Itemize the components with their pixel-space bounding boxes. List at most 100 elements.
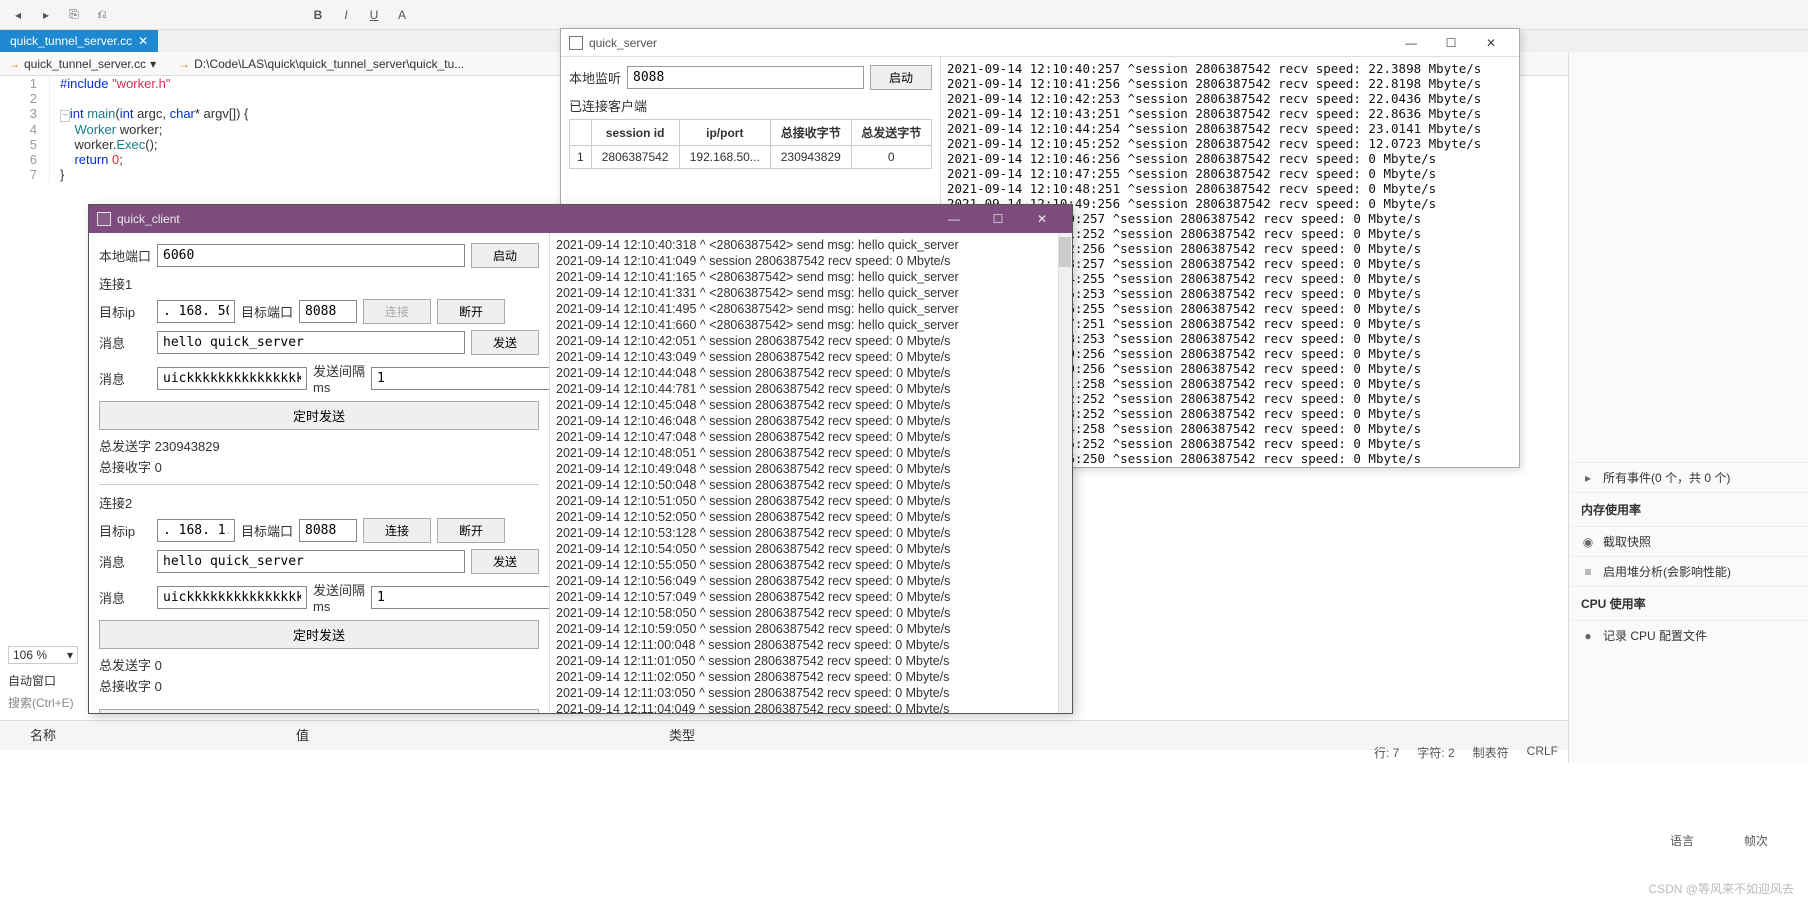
- status-tab: 制表符: [1473, 744, 1509, 761]
- client-left-panel: 本地端口 启动 连接1 目标ip 目标端口 连接 断开 消息 发送 消息: [89, 233, 549, 713]
- right-panel: ▸所有事件(0 个，共 0 个) 内存使用率 ◉截取快照 ≡启用堆分析(会影响性…: [1568, 52, 1808, 763]
- status-crlf: CRLF: [1527, 744, 1558, 761]
- minimize-icon[interactable]: —: [932, 205, 976, 233]
- col-value: 值: [266, 721, 339, 750]
- target-port-input-2[interactable]: [299, 519, 357, 542]
- col-type: 类型: [639, 721, 725, 750]
- interval-input[interactable]: [371, 367, 549, 390]
- code-text[interactable]: [50, 91, 60, 106]
- timed-send-button[interactable]: 定时发送: [99, 401, 539, 430]
- connect-button-2[interactable]: 连接: [363, 518, 431, 543]
- toolbar-icon[interactable]: ⎘: [64, 5, 84, 25]
- table-row[interactable]: 1 2806387542 192.168.50... 230943829 0: [570, 146, 932, 169]
- quick-client-window: quick_client — ☐ ✕ 本地端口 启动 连接1 目标ip 目标端口…: [88, 204, 1073, 714]
- cpu-header: CPU 使用率: [1569, 586, 1808, 620]
- search-input[interactable]: 搜索(Ctrl+E): [0, 692, 82, 713]
- code-text[interactable]: −int main(int argc, char* argv[]) {: [50, 106, 248, 122]
- minimize-icon[interactable]: —: [1391, 36, 1431, 50]
- zoom-select[interactable]: 106 %▾: [8, 646, 78, 664]
- line-number: 2: [0, 91, 50, 106]
- msg-input-3[interactable]: [157, 550, 465, 573]
- snapshot-row[interactable]: ◉截取快照: [1569, 526, 1808, 556]
- target-ip-label: 目标ip: [99, 521, 151, 540]
- toolbar-icon[interactable]: ◂: [8, 5, 28, 25]
- chevron-right-icon: ▸: [1581, 471, 1595, 485]
- line-number: 1: [0, 76, 50, 91]
- line-number: 5: [0, 137, 50, 152]
- code-text[interactable]: Worker worker;: [50, 122, 162, 137]
- cpu-record-row[interactable]: ●记录 CPU 配置文件: [1569, 620, 1808, 650]
- send-button[interactable]: 发送: [471, 330, 539, 355]
- scrollbar-thumb[interactable]: [1059, 237, 1071, 267]
- heap-row[interactable]: ≡启用堆分析(会影响性能): [1569, 556, 1808, 586]
- arrow-icon: →: [8, 57, 20, 71]
- toolbar-icon[interactable]: ▸: [36, 5, 56, 25]
- listen-port-input[interactable]: [627, 66, 864, 89]
- target-ip-input[interactable]: [157, 300, 235, 323]
- file-dropdown[interactable]: quick_tunnel_server.cc: [24, 57, 146, 71]
- msg-label: 消息: [99, 588, 151, 607]
- close-icon[interactable]: ✕: [138, 34, 148, 48]
- msg-label: 消息: [99, 369, 151, 388]
- code-text[interactable]: worker.Exec();: [50, 137, 158, 152]
- close-icon[interactable]: ✕: [1020, 205, 1064, 233]
- msg-input[interactable]: [157, 331, 465, 354]
- app-icon: [97, 212, 111, 226]
- code-text[interactable]: }: [50, 167, 64, 182]
- col-name: 名称: [0, 721, 86, 750]
- line-number: 6: [0, 152, 50, 167]
- col-send: 总发送字节: [851, 120, 931, 146]
- disconnect-button[interactable]: 断开: [437, 299, 505, 324]
- maximize-icon[interactable]: ☐: [976, 205, 1020, 233]
- connect-button[interactable]: 连接: [363, 299, 431, 324]
- memory-header: 内存使用率: [1569, 492, 1808, 526]
- auto-window-panel[interactable]: 自动窗口: [0, 670, 64, 691]
- msg-input-2[interactable]: [157, 367, 307, 390]
- stack-icon: ≡: [1581, 565, 1595, 579]
- target-port-label: 目标端口: [241, 302, 293, 321]
- code-text[interactable]: #include "worker.h": [50, 76, 170, 91]
- clients-table: session id ip/port 总接收字节 总发送字节 1 2806387…: [569, 119, 932, 169]
- col-session: session id: [591, 120, 679, 146]
- window-title: quick_client: [117, 212, 180, 226]
- msg-input-4[interactable]: [157, 586, 307, 609]
- start-button[interactable]: 启动: [870, 65, 932, 90]
- clients-label: 已连接客户端: [569, 96, 932, 115]
- code-text[interactable]: return 0;: [50, 152, 123, 167]
- window-titlebar[interactable]: quick_client — ☐ ✕: [89, 205, 1072, 233]
- local-port-input[interactable]: [157, 244, 465, 267]
- window-titlebar[interactable]: quick_server — ☐ ✕: [561, 29, 1519, 57]
- client-log[interactable]: 2021-09-14 12:10:40:318 ^ <2806387542> s…: [549, 233, 1072, 713]
- sent-bytes: 总发送字 230943829: [99, 436, 539, 455]
- status-char: 字符: 2: [1417, 744, 1454, 761]
- underline-icon[interactable]: U: [364, 5, 384, 25]
- window-title: quick_server: [589, 36, 657, 50]
- line-number: 3: [0, 106, 50, 122]
- scrollbar[interactable]: [1058, 233, 1072, 713]
- timed-send-button-2[interactable]: 定时发送: [99, 620, 539, 649]
- msg-label: 消息: [99, 333, 151, 352]
- italic-icon[interactable]: I: [336, 5, 356, 25]
- port-label: 本地端口: [99, 246, 151, 265]
- events-row[interactable]: ▸所有事件(0 个，共 0 个): [1569, 462, 1808, 492]
- send-button-2[interactable]: 发送: [471, 549, 539, 574]
- interval-input-2[interactable]: [371, 586, 549, 609]
- toolbar-icon[interactable]: ⎌: [92, 5, 112, 25]
- disconnect-button-2[interactable]: 断开: [437, 518, 505, 543]
- dropdown-icon[interactable]: ▾: [67, 648, 73, 662]
- status-bar: 行: 7 字符: 2 制表符 CRLF: [1374, 744, 1558, 761]
- target-port-input[interactable]: [299, 300, 357, 323]
- dropdown-icon[interactable]: ▾: [150, 57, 156, 71]
- start-button[interactable]: 启动: [471, 243, 539, 268]
- export-debug-button[interactable]: 导出调试信息: [99, 709, 539, 713]
- sent-bytes-2: 总发送字 0: [99, 655, 539, 674]
- watermark: CSDN @等风来不如迎风去: [1648, 880, 1794, 897]
- target-ip-label: 目标ip: [99, 302, 151, 321]
- maximize-icon[interactable]: ☐: [1431, 36, 1471, 50]
- close-icon[interactable]: ✕: [1471, 36, 1511, 50]
- camera-icon: ◉: [1581, 535, 1595, 549]
- editor-tab-active[interactable]: quick_tunnel_server.cc ✕: [0, 30, 158, 52]
- target-ip-input-2[interactable]: [157, 519, 235, 542]
- bold-icon[interactable]: B: [308, 5, 328, 25]
- font-color-icon[interactable]: A: [392, 5, 412, 25]
